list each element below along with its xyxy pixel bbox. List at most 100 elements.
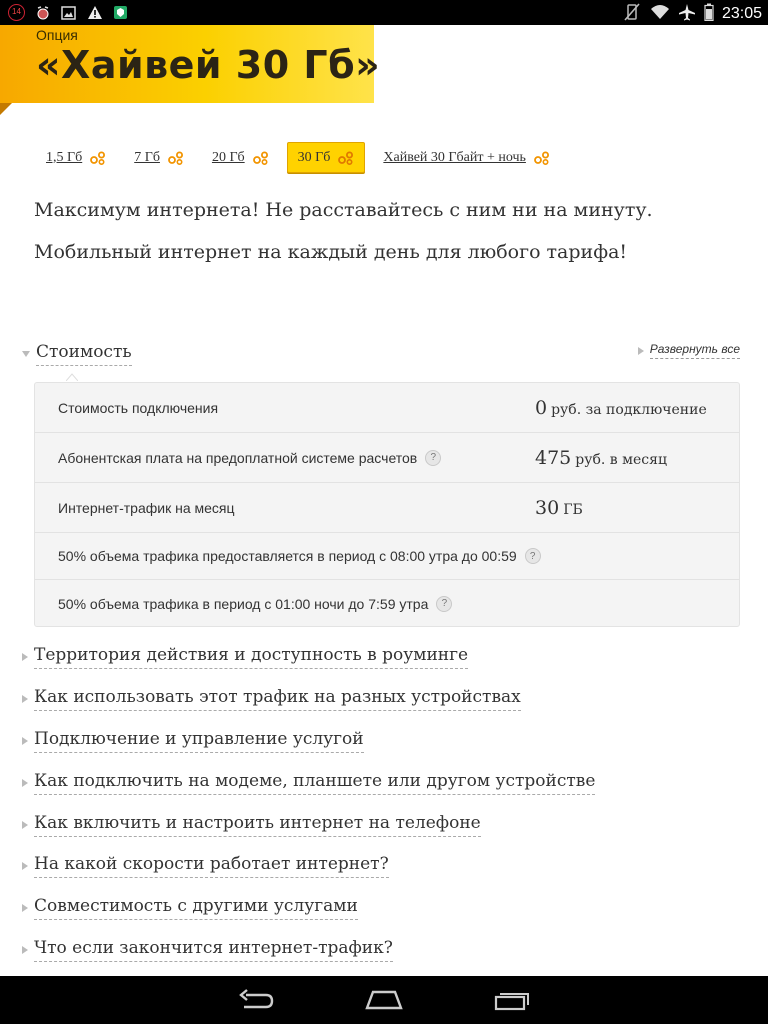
section-phone-setup[interactable]: Как включить и настроить интернет на тел… [22,813,481,837]
row-label-text: Интернет-трафик на месяц [58,499,235,516]
tab-label: 20 Гб [211,149,245,165]
tab-highway-30gb-night[interactable]: Хайвей 30 Гбайт + ночь [373,142,560,173]
row-value-unit: ГБ [563,501,583,518]
section-speed[interactable]: На какой скорости работает интернет? [22,854,389,878]
table-row: Абонентская плата на предоплатной систем… [35,433,739,483]
help-icon[interactable]: ? [524,548,541,564]
table-row: 50% объема трафика предоставляется в пер… [35,533,739,580]
row-value-number: 475 [535,446,572,469]
security-app-icon [112,5,129,21]
expand-all-label: Развернуть все [649,342,740,359]
tab-label: 1,5 Гб [46,149,83,165]
option-header: Опция «Хайвей 30 Гб» [0,25,380,103]
expand-all-link[interactable]: Развернуть все [637,342,740,359]
row-label-text: Стоимость подключения [58,399,219,416]
home-icon [365,990,403,1010]
section-title: Как включить и настроить интернет на тел… [34,813,481,837]
notification-icons: 14 [8,4,129,21]
help-icon[interactable]: ? [425,449,442,466]
expand-arrow-icon [22,737,28,745]
section-connection-management[interactable]: Подключение и управление услугой [22,729,364,753]
vibrate-off-icon [622,3,642,25]
section-title: Подключение и управление услугой [34,729,364,753]
gallery-icon [60,5,77,21]
row-label-text: Абонентская плата на предоплатной систем… [58,449,418,466]
system-icons: 23:05 [622,3,762,25]
row-label-text: 50% объема трафика предоставляется в пер… [58,548,517,564]
recent-apps-button[interactable] [492,986,532,1014]
tab-30gb[interactable]: 30 Гб [286,142,366,173]
option-node-icon [338,151,354,165]
tab-label: 7 Гб [134,149,160,165]
battery-icon [704,3,714,25]
lead-text-2: Мобильный интернет на каждый день для лю… [34,241,628,263]
warning-icon [86,5,103,21]
row-label: 50% объема трафика предоставляется в пер… [58,548,541,564]
expand-arrow-icon [22,946,28,954]
tab-1-5gb[interactable]: 1,5 Гб [36,142,116,173]
header-fold-decoration [0,103,12,115]
home-button[interactable] [364,986,404,1014]
row-value-unit: руб. за подключение [551,401,707,418]
option-label: Опция [36,27,78,43]
row-value: 30 ГБ [535,497,583,519]
row-value: 475 руб. в месяц [535,447,667,469]
help-icon[interactable]: ? [436,595,453,612]
clock: 23:05 [721,5,762,22]
section-title: На какой скорости работает интернет? [34,854,389,878]
section-roaming[interactable]: Территория действия и доступность в роум… [22,645,469,669]
expand-arrow-icon [22,821,28,829]
row-value-number: 0 [535,396,548,419]
page-title: «Хайвей 30 Гб» [36,43,381,87]
row-label-text: 50% объема трафика в период с 01:00 ночи… [58,595,429,612]
option-node-icon [168,151,184,165]
tab-label: 30 Гб [297,149,331,165]
notification-count-badge: 14 [8,4,25,21]
wifi-icon [650,4,670,24]
tab-7gb[interactable]: 7 Гб [124,142,194,173]
expand-arrow-icon [22,779,28,787]
option-node-icon [534,151,550,165]
row-value-number: 30 [535,496,560,519]
expand-arrow-icon [22,904,28,912]
status-bar: 14 23:05 [0,0,768,25]
row-label: Интернет-трафик на месяц [58,500,235,516]
expand-arrow-icon [22,862,28,870]
row-value-unit: руб. в месяц [575,451,667,468]
section-cost-header[interactable]: Стоимость [22,342,132,366]
section-compatibility[interactable]: Совместимость с другими услугами [22,896,358,920]
row-label: Абонентская плата на предоплатной систем… [58,449,442,466]
back-button[interactable] [236,986,276,1014]
row-value: 0 руб. за подключение [535,397,707,419]
alarm-clock-icon [34,5,51,21]
collapse-arrow-icon [22,351,30,357]
tab-label: Хайвей 30 Гбайт + ночь [383,149,526,165]
section-title: Совместимость с другими услугами [34,896,358,920]
table-row: Интернет-трафик на месяц 30 ГБ [35,483,739,533]
expand-arrow-icon [637,346,644,355]
back-arrow-icon [239,989,274,1009]
section-traffic-ended[interactable]: Что если закончится интернет-трафик? [22,938,393,962]
section-title: Что если закончится интернет-трафик? [34,938,393,962]
pointer-notch [66,373,78,381]
section-title: Территория действия и доступность в роум… [34,645,469,669]
table-row: Стоимость подключения 0 руб. за подключен… [35,383,739,433]
option-node-icon [252,151,269,165]
option-node-icon [90,151,106,165]
table-row: 50% объема трафика в период с 01:00 ночи… [35,580,739,627]
expand-arrow-icon [22,653,28,661]
section-title: Как подключить на модеме, планшете или д… [34,771,596,795]
package-tabs: 1,5 Гб 7 Гб 20 Гб 30 Гб Хайвей 30 Гбайт … [36,142,568,173]
lead-text-1: Максимум интернета! Не расставайтесь с н… [34,199,653,221]
recent-apps-icon [494,993,529,1011]
row-label: 50% объема трафика в период с 01:00 ночи… [58,595,453,612]
tab-20gb[interactable]: 20 Гб [202,142,279,173]
section-devices-usage[interactable]: Как использовать этот трафик на разных у… [22,687,521,711]
section-modem-tablet[interactable]: Как подключить на модеме, планшете или д… [22,771,596,795]
section-title: Стоимость [36,342,132,366]
cost-table: Стоимость подключения 0 руб. за подключен… [34,382,740,627]
row-label: Стоимость подключения [58,400,218,416]
expand-arrow-icon [22,695,28,703]
navigation-bar [0,976,768,1024]
section-title: Как использовать этот трафик на разных у… [34,687,521,711]
